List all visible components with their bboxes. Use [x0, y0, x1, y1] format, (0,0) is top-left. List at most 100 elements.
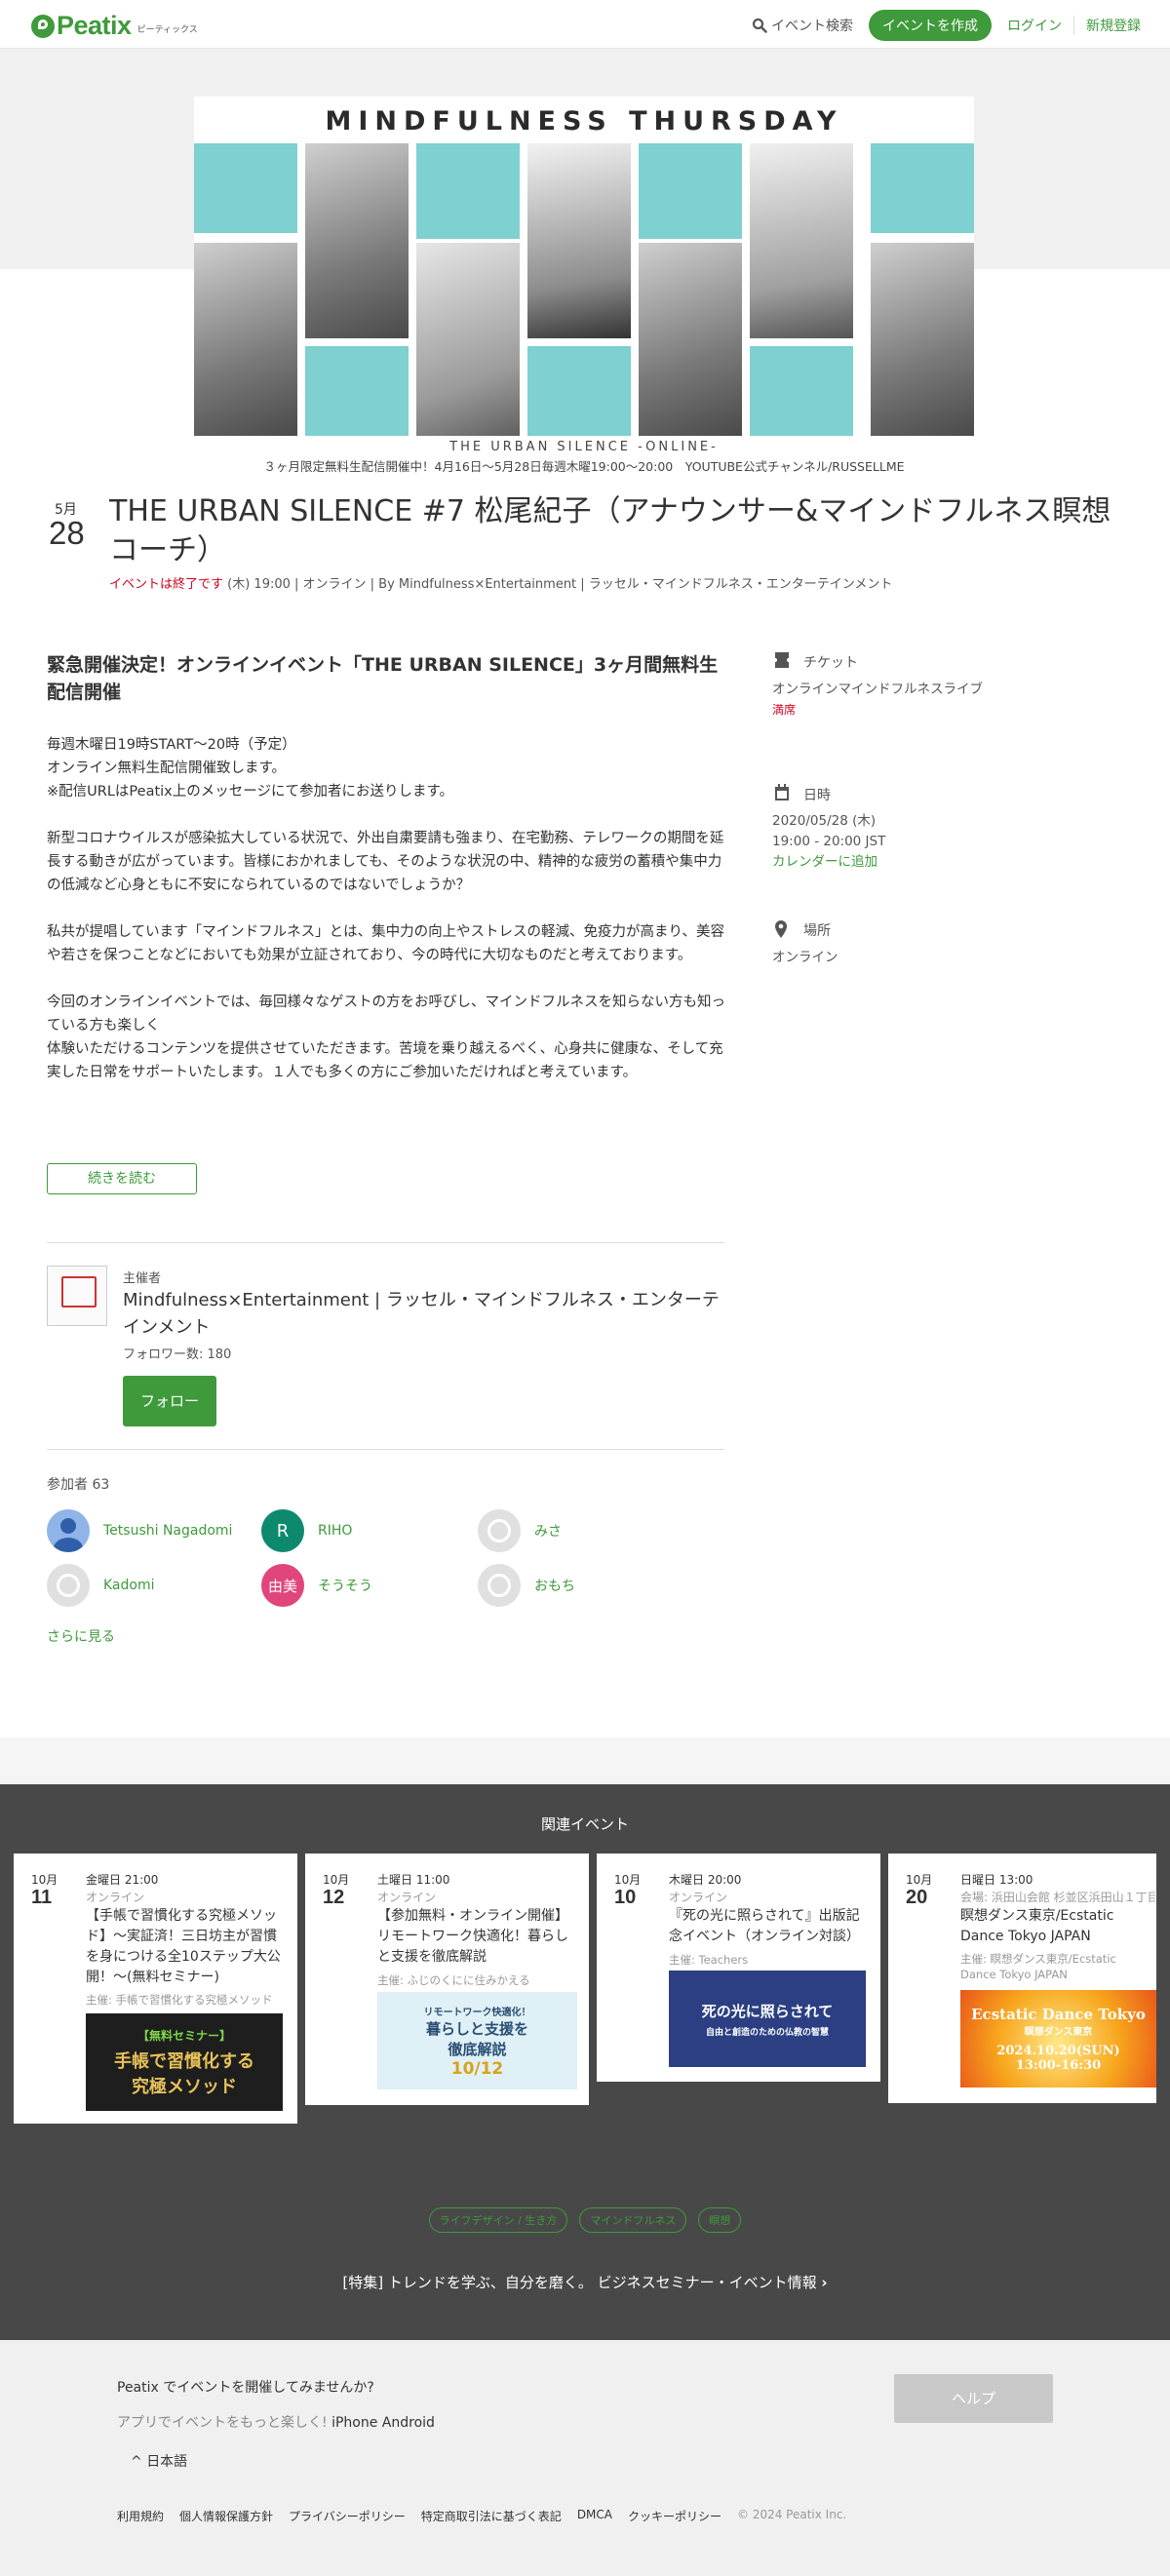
- create-event-button[interactable]: イベントを作成: [869, 10, 992, 41]
- login-link[interactable]: ログイン: [1007, 16, 1074, 35]
- app-promo: アプリでイベントをもっと楽しく! iPhone Android: [117, 2415, 435, 2431]
- ticket-icon: [775, 652, 789, 668]
- ticket-label: チケット: [803, 655, 858, 671]
- attendee-avatar: R: [261, 1509, 304, 1552]
- footer-link[interactable]: 特定商取引法に基づく表記: [421, 2508, 562, 2524]
- divider: [47, 1242, 724, 1243]
- related-event-image: 【無料セミナー】 手帳で習慣化する 究極メソッド: [86, 2013, 283, 2111]
- host-event-question: Peatix でイベントを開催してみませんか?: [117, 2380, 374, 2396]
- tag-link[interactable]: 瞑想: [698, 2207, 742, 2233]
- footer-link[interactable]: DMCA: [577, 2508, 612, 2524]
- attendee[interactable]: Kadomi: [47, 1564, 155, 1607]
- related-event-image: リモートワーク快適化！ 暮らしと支援を 徹底解説 10/12: [377, 1992, 577, 2089]
- attendee-avatar: [47, 1564, 90, 1607]
- related-event-title: 瞑想ダンス東京/Ecstatic Dance Tokyo JAPAN: [960, 1908, 1114, 1944]
- read-more-button[interactable]: 続きを読む: [47, 1163, 197, 1194]
- related-event-card[interactable]: 10月 11 金曜日 21:00 オンライン 【手帳で習慣化する究極メソッド】〜…: [14, 1854, 297, 2124]
- banner-tile: [305, 346, 409, 436]
- language-selector[interactable]: ^ 日本語: [131, 2451, 187, 2471]
- attendee[interactable]: 由美 そうそう: [261, 1564, 372, 1607]
- banner-photo: [750, 143, 853, 338]
- help-button[interactable]: ヘルプ: [894, 2374, 1053, 2423]
- event-title: THE URBAN SILENCE #7 松尾紀子（アナウンサー&マインドフルネ…: [109, 494, 1112, 567]
- chevron-up-icon: ^: [131, 2454, 142, 2470]
- banner-photo: [527, 143, 631, 338]
- banner-tile: [194, 143, 297, 233]
- description-paragraph: 毎週木曜日19時START〜20時（予定） オンライン無料生配信開催致します。 …: [47, 737, 454, 800]
- see-more-attendees-link[interactable]: さらに見る: [47, 1626, 115, 1646]
- description-paragraph: 新型コロナウイルスが感染拡大している状況で、外出自粛要請も強まり、在宅勤務、テレ…: [47, 831, 724, 893]
- attendee[interactable]: みさ: [478, 1509, 562, 1552]
- organizer-label: 主催者: [123, 1271, 162, 1286]
- description-heading: 緊急開催決定！オンラインイベント「THE URBAN SILENCE」3ヶ月間無…: [47, 654, 719, 703]
- divider: [47, 1449, 724, 1450]
- attendee[interactable]: R RIHO: [261, 1509, 352, 1552]
- footer-link[interactable]: プライバシーポリシー: [289, 2508, 406, 2524]
- banner-title: MINDFULNESS THURSDAY: [325, 106, 843, 137]
- banner-photo: [416, 243, 520, 436]
- footer-link[interactable]: 個人情報保護方針: [179, 2508, 273, 2524]
- attendee[interactable]: おもち: [478, 1564, 575, 1607]
- calendar-icon: [775, 784, 789, 800]
- user-icon: [54, 1518, 83, 1552]
- footer-links: 利用規約 個人情報保護方針 プライバシーポリシー 特定商取引法に基づく表記 DM…: [117, 2508, 846, 2524]
- organizer-name[interactable]: Mindfulness×Entertainment | ラッセル・マインドフルネ…: [123, 1287, 727, 1342]
- banner-tile: [416, 143, 520, 239]
- copyright: © 2024 Peatix Inc.: [737, 2508, 847, 2521]
- description-paragraph: 私共が提唱しています「マインドフルネス」とは、集中力の向上やストレスの軽減、免疫…: [47, 924, 724, 963]
- description-fade: [47, 1087, 729, 1128]
- banner-schedule: ３ヶ月限定無料生配信開催中！4月16日〜5月28日毎週木曜19:00〜20:00…: [263, 459, 905, 474]
- banner-subtitle: THE URBAN SILENCE -ONLINE-: [449, 440, 719, 454]
- chevron-right-icon: ›: [821, 2274, 828, 2291]
- peatix-logo[interactable]: Peatix ピーティックス: [31, 11, 198, 41]
- place-label: 場所: [803, 923, 831, 939]
- tag-link[interactable]: ライフデザイン / 生き方: [428, 2207, 568, 2233]
- android-app-link[interactable]: Android: [382, 2415, 435, 2431]
- add-to-calendar-link[interactable]: カレンダーに追加: [772, 852, 878, 872]
- related-event-card[interactable]: 10月 20 日曜日 13:00 会場: 浜田山会館 杉並区浜田山１丁目... …: [888, 1854, 1156, 2103]
- footer-link[interactable]: クッキーポリシー: [628, 2508, 722, 2524]
- event-banner-image: MINDFULNESS THURSDAY THE URBAN SILENCE -…: [194, 97, 974, 477]
- signup-link[interactable]: 新規登録: [1086, 16, 1141, 35]
- banner-photo: [639, 243, 742, 436]
- related-event-image: Ecstatic Dance Tokyo 瞑想ダンス東京 2024.10.20(…: [960, 1990, 1156, 2088]
- event-ended-label: イベントは終了です: [109, 577, 224, 592]
- banner-photo: [305, 143, 409, 338]
- event-date-day: 28: [49, 515, 85, 551]
- follow-button[interactable]: フォロー: [123, 1376, 216, 1426]
- attendee-avatar: [47, 1509, 90, 1552]
- footer-link[interactable]: 利用規約: [117, 2508, 164, 2524]
- event-search-link[interactable]: イベント検索: [752, 16, 853, 35]
- event-time: 19:00 - 20:00 JST: [772, 834, 886, 849]
- related-event-card[interactable]: 10月 10 木曜日 20:00 オンライン 『死の光に照らされて』出版記念イベ…: [597, 1854, 880, 2082]
- attendee[interactable]: Tetsushi Nagadomi: [47, 1509, 232, 1552]
- attendee-avatar: [478, 1509, 521, 1552]
- banner-tile: [527, 346, 631, 436]
- tag-link[interactable]: マインドフルネス: [579, 2207, 687, 2233]
- related-tags: ライフデザイン / 生き方 マインドフルネス 瞑想: [0, 2207, 1170, 2233]
- banner-photo: [871, 243, 974, 436]
- attendees-heading: 参加者 63: [47, 1477, 110, 1493]
- description-paragraph: 今回のオンラインイベントでは、毎回様々なゲストの方をお呼びし、マインドフルネスを…: [47, 995, 725, 1080]
- organizer-avatar[interactable]: [47, 1266, 107, 1326]
- banner-tile: [750, 346, 853, 436]
- attendee-avatar: 由美: [261, 1564, 304, 1607]
- related-event-title: 『死の光に照らされて』出版記念イベント（オンライン対談）: [669, 1908, 860, 1944]
- search-icon: [752, 18, 767, 33]
- banner-photo: [194, 243, 297, 436]
- event-meta: イベントは終了です (木) 19:00 | オンライン | By Mindful…: [109, 577, 893, 592]
- related-event-title: 【参加無料・オンライン開催】リモートワーク快適化！暮らしと支援を徹底解説: [377, 1908, 568, 1965]
- ticket-name: オンラインマインドフルネスライブ: [772, 682, 983, 697]
- header-nav: イベント検索 イベントを作成 ログイン 新規登録: [752, 10, 1141, 41]
- iphone-app-link[interactable]: iPhone: [332, 2415, 377, 2431]
- location-pin-icon: [775, 920, 787, 938]
- banner-tile: [871, 143, 974, 233]
- feature-link[interactable]: [特集] トレンドを学ぶ、自分を磨く。 ビジネスセミナー・イベント情報 ›: [0, 2272, 1170, 2292]
- attendee-avatar: [478, 1564, 521, 1607]
- related-event-title: 【手帳で習慣化する究極メソッド】〜実証済！三日坊主が習慣を身につける全10ステッ…: [86, 1908, 281, 1985]
- event-description: 毎週木曜日19時START〜20時（予定） オンライン無料生配信開催致します。 …: [47, 733, 729, 1128]
- site-header: Peatix ピーティックス イベント検索 イベントを作成 ログイン 新規登録: [0, 0, 1170, 49]
- related-events-title: 関連イベント: [540, 1815, 629, 1833]
- related-event-card[interactable]: 10月 12 土曜日 11:00 オンライン 【参加無料・オンライン開催】リモー…: [305, 1854, 589, 2105]
- event-place: オンライン: [772, 950, 838, 965]
